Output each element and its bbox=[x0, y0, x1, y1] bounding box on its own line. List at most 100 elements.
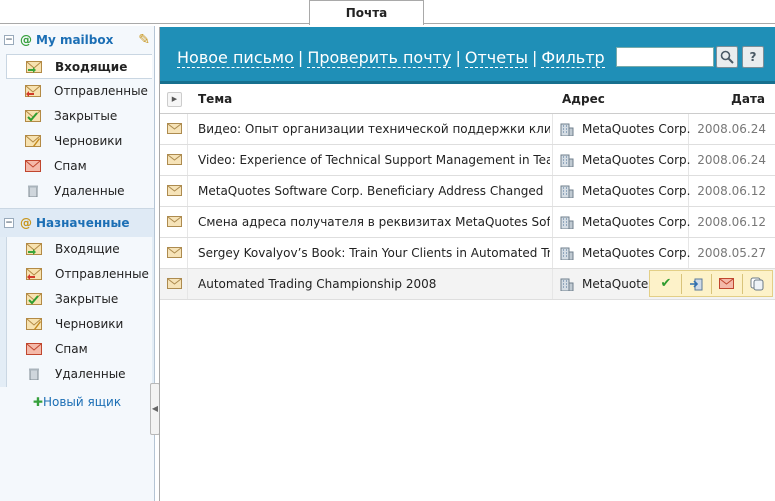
tab-bar: Почта bbox=[0, 0, 775, 25]
folder-sent[interactable]: Отправленные bbox=[6, 79, 152, 104]
spam-icon bbox=[25, 160, 41, 172]
new-letter-link[interactable]: Новое письмо bbox=[177, 48, 294, 68]
trash-icon bbox=[28, 185, 38, 197]
collapse-icon[interactable]: − bbox=[4, 35, 14, 45]
folder-list: Входящие Отправленные Закрытые Черновики… bbox=[6, 237, 152, 387]
message-address: MetaQuotes Corp. bbox=[582, 153, 691, 167]
link-separator: | bbox=[455, 48, 461, 67]
envelope-icon bbox=[167, 247, 182, 258]
table-row[interactable]: MetaQuotes Software Corp. Beneficiary Ad… bbox=[160, 176, 775, 207]
mail-toolbar: Новое письмо | Проверить почту | Отчеты | Филь… bbox=[160, 27, 775, 84]
collapse-icon[interactable]: − bbox=[4, 218, 14, 228]
message-address: MetaQuotes Corp. bbox=[582, 246, 691, 260]
closed-icon bbox=[25, 110, 41, 122]
folder-trash[interactable]: Удаленные bbox=[6, 179, 152, 204]
reports-link[interactable]: Отчеты bbox=[464, 48, 529, 68]
table-header: ▶ Тема Адрес Дата bbox=[160, 84, 775, 114]
message-subject: Sergey Kovalyov’s Book: Train Your Clien… bbox=[198, 246, 550, 260]
column-subject[interactable]: Тема bbox=[198, 92, 232, 106]
plus-icon: ✚ bbox=[32, 395, 43, 409]
tab-mail[interactable]: Почта bbox=[309, 0, 424, 25]
table-row[interactable]: Видео: Опыт организации технической подд… bbox=[160, 114, 775, 145]
message-address: MetaQuotes Corp. bbox=[582, 215, 691, 229]
mailbox-header[interactable]: − @ My mailbox ✎ bbox=[0, 26, 154, 54]
envelope-icon bbox=[167, 185, 182, 196]
spam-icon[interactable] bbox=[712, 273, 740, 295]
at-icon: @ bbox=[20, 33, 32, 47]
table-row[interactable]: Sergey Kovalyov’s Book: Train Your Clien… bbox=[160, 238, 775, 269]
search-input[interactable] bbox=[616, 47, 714, 67]
filter-link[interactable]: Фильтр bbox=[541, 48, 605, 68]
mailbox-header[interactable]: − @ Назначенные bbox=[0, 209, 154, 237]
link-separator: | bbox=[532, 48, 538, 67]
building-icon bbox=[560, 185, 574, 198]
drafts-icon bbox=[26, 318, 42, 330]
message-date: 2008.05.27 bbox=[697, 246, 766, 260]
search-icon bbox=[720, 50, 734, 64]
closed-icon bbox=[26, 293, 42, 305]
help-button[interactable]: ? bbox=[742, 46, 764, 68]
building-icon bbox=[560, 247, 574, 260]
folder-label: Закрытые bbox=[54, 109, 118, 123]
folder-label: Входящие bbox=[55, 60, 128, 74]
search-button[interactable] bbox=[716, 46, 738, 68]
message-subject: Automated Trading Championship 2008 bbox=[198, 277, 437, 291]
toolbar-links: Новое письмо | Проверить почту | Отчеты | Филь… bbox=[177, 48, 605, 68]
message-address: MetaQuotes bbox=[582, 277, 655, 291]
building-icon bbox=[560, 278, 574, 291]
sent-icon bbox=[26, 268, 42, 280]
row-actions: ✔ bbox=[649, 270, 773, 297]
envelope-icon bbox=[167, 278, 182, 289]
copy-icon[interactable] bbox=[743, 273, 771, 295]
table-row[interactable]: Video: Experience of Technical Support M… bbox=[160, 145, 775, 176]
folder-closed[interactable]: Закрытые bbox=[6, 104, 152, 129]
check-mail-link[interactable]: Проверить почту bbox=[307, 48, 452, 68]
folder-label: Удаленные bbox=[54, 184, 125, 198]
folder-label: Черновики bbox=[55, 317, 124, 331]
mailbox-title: Назначенные bbox=[36, 216, 130, 230]
folder-spam[interactable]: Спам bbox=[7, 337, 152, 362]
edit-pencil-icon[interactable]: ✎ bbox=[138, 26, 150, 54]
check-icon[interactable]: ✔ bbox=[652, 273, 680, 295]
forward-icon[interactable] bbox=[682, 273, 710, 295]
assigned-mailbox: − @ Назначенные Входящие Отправленные Зак… bbox=[0, 208, 154, 387]
link-separator: | bbox=[297, 48, 304, 67]
envelope-icon bbox=[167, 154, 182, 165]
spam-icon bbox=[26, 343, 42, 355]
sent-icon bbox=[25, 85, 41, 97]
folder-inbox[interactable]: Входящие bbox=[7, 237, 152, 262]
folder-label: Спам bbox=[55, 342, 88, 356]
drafts-icon bbox=[25, 135, 41, 147]
folder-drafts[interactable]: Черновики bbox=[7, 312, 152, 337]
message-date: 2008.06.12 bbox=[697, 215, 766, 229]
folder-list: Входящие Отправленные Закрытые Черновики… bbox=[6, 54, 152, 204]
building-icon bbox=[560, 216, 574, 229]
table-row[interactable]: Automated Trading Championship 2008 Meta… bbox=[160, 269, 775, 300]
folder-label: Закрытые bbox=[55, 292, 119, 306]
folder-label: Отправленные bbox=[55, 267, 149, 281]
folder-inbox[interactable]: Входящие bbox=[6, 54, 152, 79]
folder-drafts[interactable]: Черновики bbox=[6, 129, 152, 154]
column-date[interactable]: Дата bbox=[731, 92, 765, 106]
message-subject: Смена адреса получателя в реквизитах Met… bbox=[198, 215, 550, 229]
message-date: 2008.06.12 bbox=[697, 184, 766, 198]
column-menu-icon[interactable]: ▶ bbox=[167, 92, 182, 107]
mailbox-title: My mailbox bbox=[36, 33, 114, 47]
inbox-icon bbox=[26, 61, 42, 73]
new-mailbox-label: Новый ящик bbox=[42, 395, 122, 409]
folder-trash[interactable]: Удаленные bbox=[7, 362, 152, 387]
folder-closed[interactable]: Закрытые bbox=[7, 287, 152, 312]
table-row[interactable]: Смена адреса получателя в реквизитах Met… bbox=[160, 207, 775, 238]
column-address[interactable]: Адрес bbox=[562, 92, 605, 106]
envelope-icon bbox=[167, 216, 182, 227]
new-mailbox-link[interactable]: ✚Новый ящик bbox=[0, 395, 154, 409]
message-date: 2008.06.24 bbox=[697, 153, 766, 167]
message-subject: Видео: Опыт организации технической подд… bbox=[198, 122, 550, 136]
folder-label: Удаленные bbox=[55, 367, 126, 381]
folder-sent[interactable]: Отправленные bbox=[7, 262, 152, 287]
at-icon: @ bbox=[20, 216, 32, 230]
sidebar: − @ My mailbox ✎ Входящие Отправленные За… bbox=[0, 26, 155, 501]
trash-icon bbox=[29, 368, 39, 380]
folder-spam[interactable]: Спам bbox=[6, 154, 152, 179]
message-subject: MetaQuotes Software Corp. Beneficiary Ad… bbox=[198, 184, 544, 198]
